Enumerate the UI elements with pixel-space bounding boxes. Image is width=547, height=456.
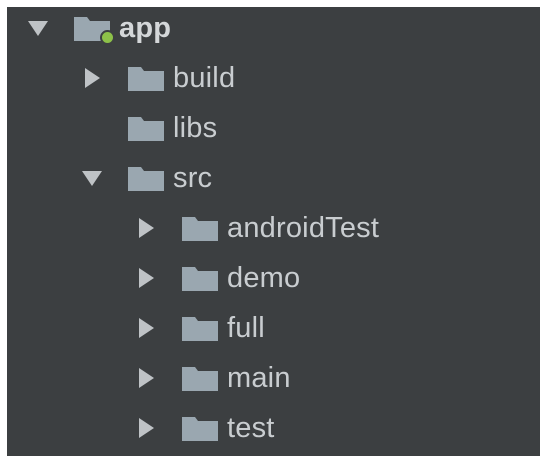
collapsed-arrow-icon[interactable] [133, 215, 159, 241]
folder-icon [181, 314, 219, 342]
module-indicator-icon [100, 30, 115, 45]
folder-icon [127, 114, 165, 142]
tree-node-label: full [227, 311, 265, 344]
tree-node-full[interactable]: full [133, 303, 265, 353]
tree-node-test[interactable]: test [133, 403, 275, 453]
tree-node-src[interactable]: src [79, 153, 212, 203]
tree-node-label: demo [227, 261, 301, 294]
collapsed-arrow-icon[interactable] [133, 415, 159, 441]
tree-node-demo[interactable]: demo [133, 253, 300, 303]
folder-icon [181, 214, 219, 242]
folder-icon [181, 364, 219, 392]
tree-node-label: src [173, 161, 213, 194]
tree-node-label: libs [173, 111, 218, 144]
tree-node-label: main [227, 361, 291, 394]
expanded-arrow-icon[interactable] [79, 165, 105, 191]
folder-icon [127, 164, 165, 192]
collapsed-arrow-icon[interactable] [133, 265, 159, 291]
tree-node-libs[interactable]: libs [79, 103, 217, 153]
module-folder-icon [73, 14, 115, 45]
folder-icon [181, 414, 219, 442]
tree-node-build[interactable]: build [79, 53, 235, 103]
tree-node-label: androidTest [227, 211, 380, 244]
expanded-arrow-icon[interactable] [25, 15, 51, 41]
project-tree-panel: app build libs src androidTest demo full… [7, 7, 540, 456]
collapsed-arrow-icon[interactable] [79, 65, 105, 91]
tree-node-androidtest[interactable]: androidTest [133, 203, 379, 253]
collapsed-arrow-icon[interactable] [133, 365, 159, 391]
folder-icon [181, 264, 219, 292]
tree-node-label: build [173, 61, 236, 94]
tree-node-label: test [227, 411, 275, 444]
tree-node-label: app [119, 11, 172, 44]
tree-node-main[interactable]: main [133, 353, 291, 403]
folder-icon [127, 64, 165, 92]
collapsed-arrow-icon[interactable] [133, 315, 159, 341]
tree-node-app[interactable]: app [25, 3, 171, 53]
